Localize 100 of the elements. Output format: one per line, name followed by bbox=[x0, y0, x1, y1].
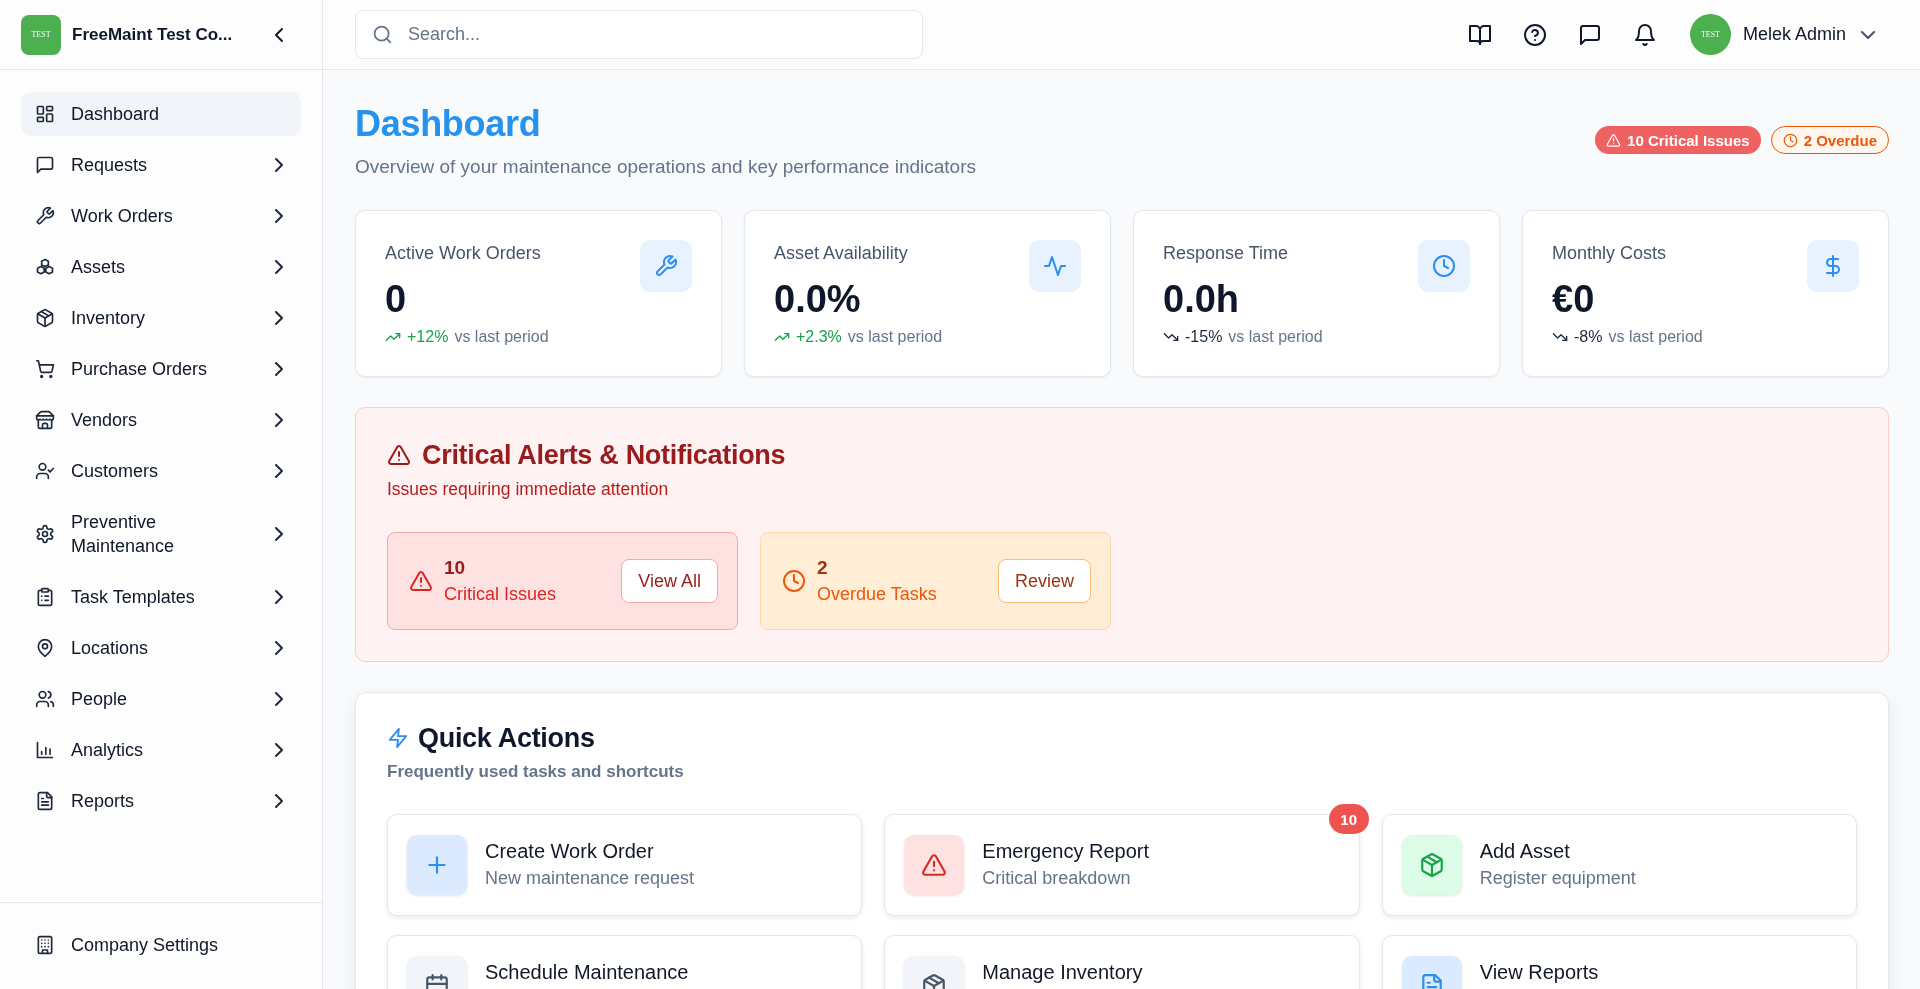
sidebar-item[interactable]: Preventive Maintenance bbox=[21, 500, 301, 568]
stat-label: Monthly Costs bbox=[1552, 242, 1667, 265]
sidebar-item[interactable]: Inventory bbox=[21, 296, 301, 340]
sidebar-item[interactable]: Purchase Orders bbox=[21, 347, 301, 391]
cubes-icon bbox=[35, 257, 55, 277]
chevron-right-icon bbox=[275, 260, 283, 274]
chat-bubble-icon bbox=[35, 155, 55, 175]
chevron-right-icon bbox=[275, 413, 283, 427]
stat-value: €0 bbox=[1552, 277, 1595, 322]
help-icon bbox=[1522, 22, 1547, 47]
stat-value: 0 bbox=[385, 277, 407, 322]
stat-value: 0.0h bbox=[1163, 277, 1240, 322]
section-subtitle: Issues requiring immediate attention bbox=[387, 478, 670, 501]
building-icon bbox=[35, 935, 55, 955]
bell-icon bbox=[1632, 22, 1657, 47]
action-title: Emergency Report bbox=[982, 839, 1150, 863]
avatar: TEST bbox=[1689, 14, 1731, 55]
warning-icon bbox=[387, 443, 411, 467]
sidebar-item[interactable]: Company Settings bbox=[21, 923, 301, 967]
action-button[interactable]: Review bbox=[997, 559, 1091, 603]
sidebar-item[interactable]: Reports bbox=[21, 779, 301, 823]
section-title: Critical Alerts & Notifications bbox=[422, 439, 786, 472]
quick-action-card[interactable]: Create Work Order New maintenance request bbox=[387, 814, 863, 916]
pulse-icon bbox=[1029, 240, 1081, 292]
page-title: Dashboard bbox=[355, 102, 542, 146]
trend-change: -8% bbox=[1574, 327, 1603, 347]
comparison-text: vs last period bbox=[1228, 327, 1323, 347]
chevron-right-icon bbox=[275, 641, 283, 655]
users-icon bbox=[35, 689, 55, 709]
search-icon bbox=[372, 24, 393, 45]
chevron-down-icon bbox=[1861, 30, 1875, 39]
quick-action-card[interactable]: Add Asset Register equipment bbox=[1381, 814, 1857, 916]
company-logo: TEST bbox=[21, 14, 61, 55]
chat-bubble-icon bbox=[1577, 22, 1602, 47]
action-title: View Reports bbox=[1479, 960, 1599, 984]
quick-action-card[interactable]: Schedule Maintenance bbox=[387, 935, 863, 989]
book-icon bbox=[1467, 22, 1492, 47]
chevron-left-icon bbox=[274, 26, 284, 43]
section-title: Quick Actions bbox=[418, 722, 595, 755]
user-menu[interactable]: TEST Melek Admin bbox=[1689, 14, 1875, 55]
status-text: 2 Overdue bbox=[1803, 131, 1877, 149]
clock-icon bbox=[1418, 240, 1470, 292]
action-description: Register equipment bbox=[1479, 867, 1636, 890]
sidebar-item[interactable]: Task Templates bbox=[21, 575, 301, 619]
chevron-right-icon bbox=[275, 464, 283, 478]
warning-icon bbox=[1606, 132, 1622, 148]
alert-count: 10 bbox=[444, 556, 466, 580]
count-badge: 10 bbox=[1328, 804, 1369, 834]
status-text: 10 Critical Issues bbox=[1627, 131, 1750, 149]
sidebar-item[interactable]: Locations bbox=[21, 626, 301, 670]
clock-icon bbox=[782, 569, 806, 593]
alert-label: Critical Issues bbox=[444, 583, 557, 606]
box-icon bbox=[35, 308, 55, 328]
gear-icon bbox=[35, 524, 55, 544]
lightning-icon bbox=[387, 727, 409, 749]
wrench-icon bbox=[35, 206, 55, 226]
sidebar-item[interactable]: Vendors bbox=[21, 398, 301, 442]
sidebar-item[interactable]: Work Orders bbox=[21, 194, 301, 238]
page-subtitle: Overview of your maintenance operations and key performance indicators bbox=[355, 155, 976, 179]
chevron-right-icon bbox=[275, 362, 283, 376]
sidebar-item[interactable]: Requests bbox=[21, 143, 301, 187]
alert-count: 2 bbox=[817, 556, 828, 580]
chevron-right-icon bbox=[275, 527, 283, 541]
comparison-text: vs last period bbox=[1608, 327, 1703, 347]
stat-label: Response Time bbox=[1163, 242, 1289, 265]
alert-label: Overdue Tasks bbox=[817, 583, 937, 606]
stat-value: 0.0% bbox=[774, 277, 861, 322]
action-description: Critical breakdown bbox=[982, 867, 1131, 890]
comparison-text: vs last period bbox=[454, 327, 549, 347]
company-name: FreeMaint Test Co... bbox=[72, 24, 234, 45]
wrench-icon bbox=[640, 240, 692, 292]
bar-chart-icon bbox=[35, 740, 55, 760]
warning-icon bbox=[409, 569, 433, 593]
chevron-right-icon bbox=[275, 311, 283, 325]
action-title: Manage Inventory bbox=[982, 960, 1143, 984]
sidebar-item[interactable]: Customers bbox=[21, 449, 301, 493]
cart-icon bbox=[35, 359, 55, 379]
sidebar-item[interactable]: Assets bbox=[21, 245, 301, 289]
sidebar-item[interactable]: Dashboard bbox=[21, 92, 301, 136]
action-button[interactable]: View All bbox=[621, 559, 718, 603]
document-icon bbox=[35, 791, 55, 811]
chevron-right-icon bbox=[275, 209, 283, 223]
quick-action-card[interactable]: Manage Inventory bbox=[884, 935, 1360, 989]
action-title: Add Asset bbox=[1479, 839, 1570, 863]
stat-label: Asset Availability bbox=[774, 242, 908, 265]
search-field[interactable]: Search... bbox=[355, 10, 923, 59]
stat-label: Active Work Orders bbox=[385, 242, 541, 265]
user-check-icon bbox=[35, 461, 55, 481]
chevron-right-icon bbox=[275, 743, 283, 757]
quick-action-card[interactable]: View Reports bbox=[1381, 935, 1857, 989]
chevron-right-icon bbox=[275, 158, 283, 172]
action-title: Schedule Maintenance bbox=[485, 960, 689, 984]
section-subtitle: Frequently used tasks and shortcuts bbox=[387, 761, 685, 783]
sidebar-item[interactable]: People bbox=[21, 677, 301, 721]
dollar-icon bbox=[1807, 240, 1859, 292]
action-title: Create Work Order bbox=[485, 839, 654, 863]
clock-icon bbox=[1782, 132, 1798, 148]
trend-change: -15% bbox=[1185, 327, 1223, 347]
sidebar-item[interactable]: Analytics bbox=[21, 728, 301, 772]
grid-icon bbox=[35, 104, 55, 124]
